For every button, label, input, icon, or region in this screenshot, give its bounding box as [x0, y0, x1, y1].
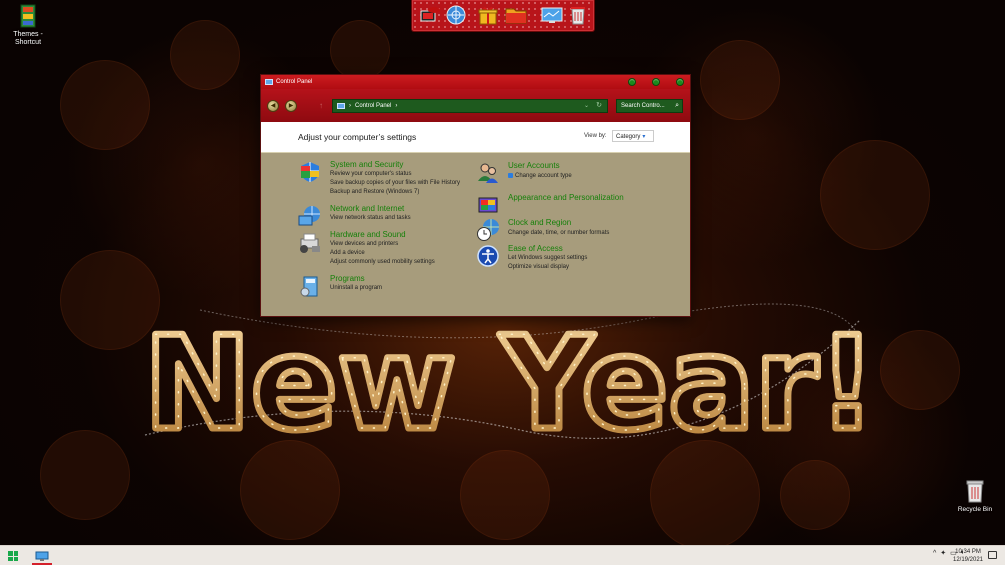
search-icon[interactable]: ⌕ [675, 102, 679, 110]
category-title-programs[interactable]: Programs [330, 274, 365, 283]
network-icon [298, 204, 322, 228]
accessibility-icon [476, 244, 500, 268]
view-by-value: Category [616, 134, 641, 140]
up-arrow-icon[interactable]: ↑ [319, 101, 323, 110]
programs-icon [298, 274, 322, 298]
internet-icon[interactable] [444, 3, 468, 27]
title-bar[interactable]: Control Panel [261, 75, 690, 89]
clock-time: 10:34 PM [955, 549, 981, 555]
desktop-icon-label: Recycle Bin [957, 506, 993, 513]
clock[interactable]: 10:34 PM 12/19/2021 [948, 548, 988, 564]
start-button[interactable] [8, 551, 18, 561]
control-panel-icon [265, 79, 273, 85]
link-network-status[interactable]: View network status and tasks [330, 215, 411, 221]
svg-text:New Year!: New Year! [144, 310, 876, 450]
book-icon [17, 3, 39, 29]
desktop-icon-themes[interactable]: Themes - Shortcut [3, 3, 53, 47]
link-date-time-formats[interactable]: Change date, time, or number formats [508, 230, 609, 236]
monitor-icon [35, 551, 49, 561]
content-header: Adjust your computer’s settings View by:… [261, 122, 690, 153]
address-bar[interactable]: › Control Panel › ⌄ ↻ [332, 99, 608, 113]
category-title-ease-of-access[interactable]: Ease of Access [508, 244, 563, 253]
link-change-account-type[interactable]: Change account type [508, 173, 572, 179]
trash-icon[interactable] [566, 3, 590, 27]
breadcrumb-control-panel[interactable]: Control Panel [355, 103, 391, 109]
clock-globe-icon [476, 218, 500, 242]
folder-icon[interactable] [504, 3, 528, 27]
category-title-clock-region[interactable]: Clock and Region [508, 218, 571, 227]
minimize-button[interactable] [628, 78, 636, 86]
category-title-user-accounts[interactable]: User Accounts [508, 161, 560, 170]
navigation-bar: ◀ ▶ ↑ › Control Panel › ⌄ ↻ Search Contr… [261, 89, 690, 122]
category-title-network-internet[interactable]: Network and Internet [330, 204, 404, 213]
users-icon [476, 161, 500, 185]
recycle-bin-icon [963, 478, 987, 504]
new-year-text-art: New Year! New Year! [140, 303, 880, 450]
category-title-system-security[interactable]: System and Security [330, 160, 403, 169]
link-backup-restore[interactable]: Backup and Restore (Windows 7) [330, 189, 419, 195]
link-uninstall-program[interactable]: Uninstall a program [330, 285, 382, 291]
view-by-select[interactable]: Category ▾ [612, 130, 654, 142]
control-panel-icon [337, 103, 345, 109]
chevron-down-icon: ▾ [642, 134, 646, 140]
chevron-down-icon[interactable]: ⌄ [584, 102, 589, 109]
page-title: Adjust your computer’s settings [298, 132, 417, 142]
link-label: Change account type [515, 173, 572, 180]
close-button[interactable] [676, 78, 684, 86]
top-dock [411, 0, 595, 32]
desktop-icon-label: Themes - Shortcut [13, 31, 43, 46]
bluetooth-icon[interactable]: ✦ [940, 549, 946, 557]
window-title: Control Panel [276, 79, 313, 85]
notification-icon[interactable] [988, 551, 997, 559]
taskbar: ^ ✦ ▭ 🔈︎ 10:34 PM 12/19/2021 [0, 545, 1005, 565]
gift-icon[interactable] [476, 3, 500, 27]
search-placeholder: Search Contro... [621, 103, 665, 109]
chevron-right-icon[interactable]: › [395, 103, 397, 109]
categories-panel: System and Security Review your computer… [261, 154, 690, 316]
pc-icon[interactable] [418, 3, 442, 27]
link-mobility-settings[interactable]: Adjust commonly used mobility settings [330, 259, 435, 265]
shield-icon [508, 173, 513, 178]
clock-date: 12/19/2021 [952, 557, 984, 563]
taskbar-control-panel[interactable] [30, 547, 54, 565]
chevron-right-icon: › [349, 103, 351, 109]
desktop-icon-recycle-bin[interactable]: Recycle Bin [952, 478, 998, 513]
forward-button[interactable]: ▶ [285, 100, 297, 112]
link-add-device[interactable]: Add a device [330, 250, 365, 256]
search-input[interactable]: Search Contro... ⌕ [616, 99, 683, 113]
printer-icon [298, 230, 322, 254]
maximize-button[interactable] [652, 78, 660, 86]
shield-icon [298, 160, 322, 184]
link-review-status[interactable]: Review your computer's status [330, 171, 412, 177]
link-windows-suggest[interactable]: Let Windows suggest settings [508, 255, 587, 261]
chevron-up-icon[interactable]: ^ [933, 550, 936, 557]
category-title-appearance[interactable]: Appearance and Personalization [508, 193, 624, 202]
back-button[interactable]: ◀ [267, 100, 279, 112]
link-optimize-display[interactable]: Optimize visual display [508, 264, 569, 270]
monitor-icon[interactable] [540, 3, 564, 27]
control-panel-window: Control Panel ◀ ▶ ↑ › Control Panel › ⌄ … [260, 74, 691, 317]
category-title-hardware-sound[interactable]: Hardware and Sound [330, 230, 406, 239]
link-devices-printers[interactable]: View devices and printers [330, 241, 398, 247]
appearance-icon [476, 193, 500, 217]
view-by-label: View by: [584, 133, 607, 139]
refresh-icon[interactable]: ↻ [596, 101, 602, 109]
link-file-history[interactable]: Save backup copies of your files with Fi… [330, 180, 460, 186]
